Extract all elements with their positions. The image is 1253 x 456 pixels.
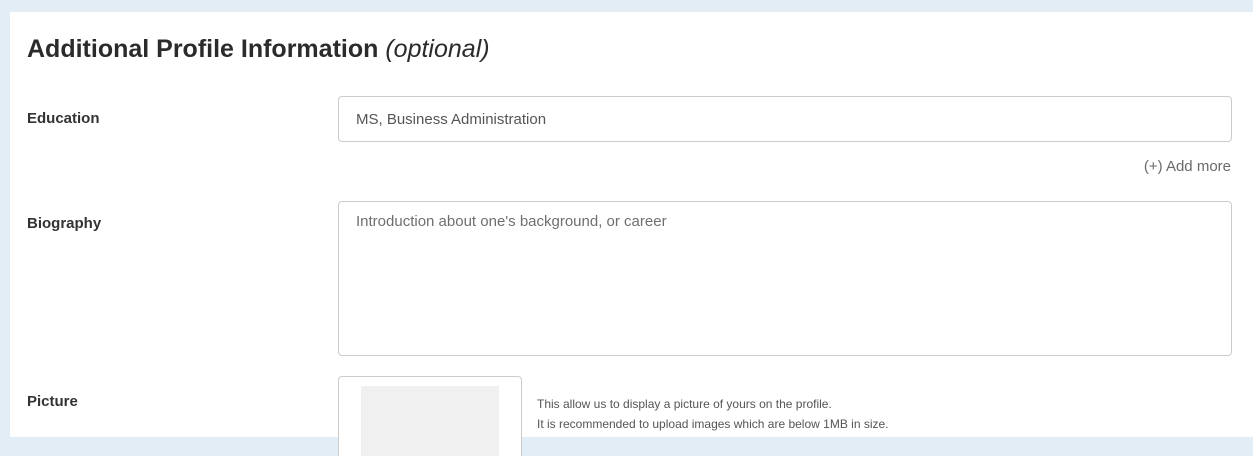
section-title: Additional Profile Information (27, 35, 379, 63)
picture-help-line: This allow us to display a picture of yo… (537, 397, 832, 411)
picture-help-line: It is recommended to upload images which… (537, 417, 889, 431)
optional-tag: (optional) (385, 35, 490, 63)
biography-textarea[interactable] (338, 201, 1232, 356)
picture-help-text: This allow us to display a picture of yo… (537, 394, 889, 434)
page-title: Additional Profile Information (optional… (27, 31, 490, 67)
picture-label: Picture (27, 393, 78, 410)
profile-panel: Additional Profile Information (optional… (10, 12, 1253, 456)
education-label: Education (27, 110, 100, 127)
biography-label: Biography (27, 215, 102, 232)
education-input[interactable] (338, 96, 1232, 142)
picture-upload-frame[interactable] (338, 376, 522, 456)
add-more-education-link[interactable]: (+) Add more (1144, 157, 1231, 177)
picture-preview (361, 386, 499, 456)
